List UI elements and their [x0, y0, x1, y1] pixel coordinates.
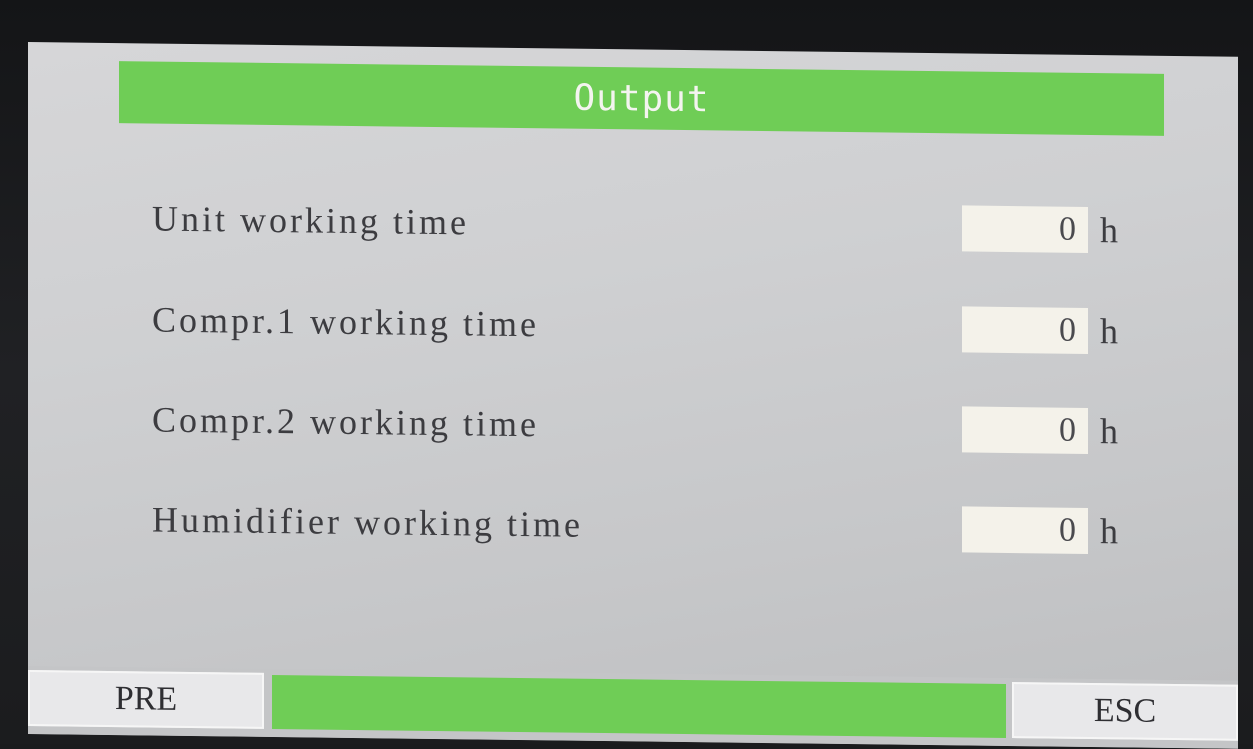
esc-button[interactable]: ESC [1012, 682, 1238, 741]
humidifier-working-time-label: Humidifier working time [152, 499, 583, 545]
unit-working-time-value[interactable]: 0 [962, 205, 1088, 253]
footer-green-band [272, 674, 1006, 738]
compr2-working-time-label: Compr.2 working time [152, 399, 539, 445]
hmi-screen: Output Unit working time 0 h Compr.1 wor… [28, 42, 1238, 749]
compr2-working-time-unit: h [1100, 411, 1118, 452]
pre-button[interactable]: PRE [28, 670, 264, 729]
device-bezel: Output Unit working time 0 h Compr.1 wor… [0, 0, 1253, 749]
compr1-working-time-unit: h [1100, 311, 1118, 352]
row-compr2-working-time: Compr.2 working time 0 h [28, 393, 1238, 468]
title-bar: Output [119, 61, 1164, 136]
page-title: Output [573, 77, 710, 120]
row-unit-working-time: Unit working time 0 h [28, 192, 1238, 267]
compr2-working-time-value[interactable]: 0 [962, 406, 1088, 454]
compr1-working-time-value[interactable]: 0 [962, 306, 1088, 354]
unit-working-time-unit: h [1100, 210, 1118, 251]
unit-working-time-label: Unit working time [152, 198, 469, 243]
humidifier-working-time-value[interactable]: 0 [962, 506, 1088, 554]
footer-bar: PRE ESC [28, 666, 1238, 749]
compr1-working-time-label: Compr.1 working time [152, 299, 539, 345]
row-humidifier-working-time: Humidifier working time 0 h [28, 493, 1238, 568]
humidifier-working-time-unit: h [1100, 511, 1118, 552]
row-compr1-working-time: Compr.1 working time 0 h [28, 293, 1238, 368]
